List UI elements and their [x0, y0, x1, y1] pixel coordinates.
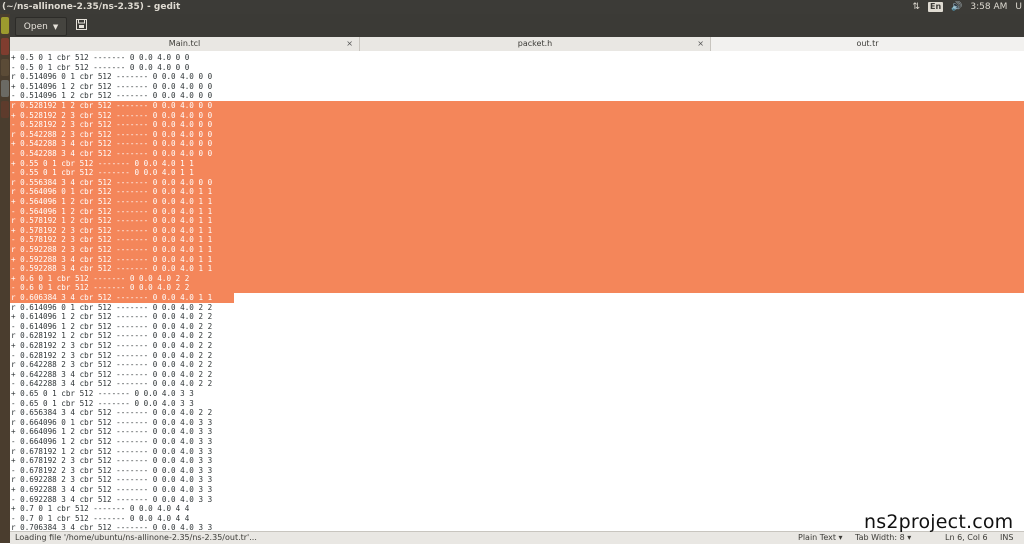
- editor-line[interactable]: - 0.614096 1 2 cbr 512 ------- 0 0.0 4.0…: [10, 322, 212, 332]
- editor-line[interactable]: r 0.578192 1 2 cbr 512 ------- 0 0.0 4.0…: [10, 216, 212, 226]
- editor-line[interactable]: + 0.564096 1 2 cbr 512 ------- 0 0.0 4.0…: [10, 197, 212, 207]
- editor-line[interactable]: + 0.642288 3 4 cbr 512 ------- 0 0.0 4.0…: [10, 370, 212, 380]
- status-message: Loading file '/home/ubuntu/ns-allinone-2…: [15, 533, 257, 542]
- editor-line[interactable]: r 0.606384 3 4 cbr 512 ------- 0 0.0 4.0…: [10, 293, 212, 303]
- language-selector[interactable]: Plain Text ▾: [798, 532, 843, 544]
- tab-main-tcl[interactable]: Main.tcl ×: [10, 37, 360, 51]
- editor-line[interactable]: r 0.678192 1 2 cbr 512 ------- 0 0.0 4.0…: [10, 447, 212, 457]
- launcher-app-icon[interactable]: [1, 101, 9, 118]
- text-editor[interactable]: + 0.5 0 1 cbr 512 ------- 0 0.0 4.0 0 0-…: [10, 51, 1024, 531]
- editor-line[interactable]: + 0.678192 2 3 cbr 512 ------- 0 0.0 4.0…: [10, 456, 212, 466]
- editor-line[interactable]: + 0.528192 2 3 cbr 512 ------- 0 0.0 4.0…: [10, 111, 212, 121]
- volume-icon[interactable]: 🔊: [951, 0, 962, 14]
- editor-line[interactable]: - 0.528192 2 3 cbr 512 ------- 0 0.0 4.0…: [10, 120, 212, 130]
- system-tray: ⇅ En 🔊 3:58 AM U: [912, 0, 1024, 14]
- editor-line[interactable]: r 0.556384 3 4 cbr 512 ------- 0 0.0 4.0…: [10, 178, 212, 188]
- editor-line[interactable]: + 0.578192 2 3 cbr 512 ------- 0 0.0 4.0…: [10, 226, 212, 236]
- editor-line[interactable]: + 0.692288 3 4 cbr 512 ------- 0 0.0 4.0…: [10, 485, 212, 495]
- editor-line[interactable]: - 0.592288 3 4 cbr 512 ------- 0 0.0 4.0…: [10, 264, 212, 274]
- editor-line[interactable]: - 0.542288 3 4 cbr 512 ------- 0 0.0 4.0…: [10, 149, 212, 159]
- editor-line[interactable]: r 0.592288 2 3 cbr 512 ------- 0 0.0 4.0…: [10, 245, 212, 255]
- editor-line[interactable]: r 0.528192 1 2 cbr 512 ------- 0 0.0 4.0…: [10, 101, 212, 111]
- editor-line[interactable]: r 0.656384 3 4 cbr 512 ------- 0 0.0 4.0…: [10, 408, 212, 418]
- editor-line[interactable]: - 0.564096 1 2 cbr 512 ------- 0 0.0 4.0…: [10, 207, 212, 217]
- editor-line[interactable]: - 0.692288 3 4 cbr 512 ------- 0 0.0 4.0…: [10, 495, 212, 505]
- launcher-app-icon[interactable]: [1, 80, 9, 97]
- open-button-label: Open: [23, 21, 48, 32]
- keyboard-layout-indicator[interactable]: En: [928, 2, 944, 12]
- tab-out-tr[interactable]: out.tr: [711, 37, 1024, 51]
- editor-line[interactable]: - 0.65 0 1 cbr 512 ------- 0 0.0 4.0 3 3: [10, 399, 194, 409]
- editor-line[interactable]: + 0.7 0 1 cbr 512 ------- 0 0.0 4.0 4 4: [10, 504, 189, 514]
- watermark: ns2project.com: [864, 511, 1014, 533]
- tab-label: Main.tcl: [168, 39, 201, 48]
- insert-mode: INS: [1000, 533, 1014, 542]
- editor-line[interactable]: + 0.65 0 1 cbr 512 ------- 0 0.0 4.0 3 3: [10, 389, 194, 399]
- editor-line[interactable]: r 0.614096 0 1 cbr 512 ------- 0 0.0 4.0…: [10, 303, 212, 313]
- tab-packet-h[interactable]: packet.h ×: [360, 37, 711, 51]
- editor-line[interactable]: - 0.7 0 1 cbr 512 ------- 0 0.0 4.0 4 4: [10, 514, 189, 524]
- launcher-app-icon[interactable]: [1, 17, 9, 34]
- editor-line[interactable]: + 0.6 0 1 cbr 512 ------- 0 0.0 4.0 2 2: [10, 274, 189, 284]
- launcher-app-icon[interactable]: [1, 38, 9, 55]
- launcher: [0, 14, 10, 543]
- editor-line[interactable]: - 0.6 0 1 cbr 512 ------- 0 0.0 4.0 2 2: [10, 283, 189, 293]
- tab-bar: Main.tcl × packet.h × out.tr: [10, 37, 1024, 52]
- top-panel: (~/ns-allinone-2.35/ns-2.35) - gedit ⇅ E…: [0, 0, 1024, 14]
- editor-line[interactable]: + 0.5 0 1 cbr 512 ------- 0 0.0 4.0 0 0: [10, 53, 189, 63]
- editor-line[interactable]: r 0.564096 0 1 cbr 512 ------- 0 0.0 4.0…: [10, 187, 212, 197]
- save-icon[interactable]: [76, 19, 87, 30]
- close-icon[interactable]: ×: [346, 37, 353, 51]
- editor-line[interactable]: + 0.664096 1 2 cbr 512 ------- 0 0.0 4.0…: [10, 427, 212, 437]
- tab-label: out.tr: [856, 39, 879, 48]
- editor-line[interactable]: - 0.678192 2 3 cbr 512 ------- 0 0.0 4.0…: [10, 466, 212, 476]
- editor-line[interactable]: - 0.578192 2 3 cbr 512 ------- 0 0.0 4.0…: [10, 235, 212, 245]
- editor-line[interactable]: r 0.542288 2 3 cbr 512 ------- 0 0.0 4.0…: [10, 130, 212, 140]
- editor-line[interactable]: + 0.542288 3 4 cbr 512 ------- 0 0.0 4.0…: [10, 139, 212, 149]
- editor-line[interactable]: - 0.5 0 1 cbr 512 ------- 0 0.0 4.0 0 0: [10, 63, 189, 73]
- editor-line[interactable]: r 0.642288 2 3 cbr 512 ------- 0 0.0 4.0…: [10, 360, 212, 370]
- editor-line[interactable]: r 0.628192 1 2 cbr 512 ------- 0 0.0 4.0…: [10, 331, 212, 341]
- chevron-down-icon: ▼: [52, 22, 59, 31]
- window-title: (~/ns-allinone-2.35/ns-2.35) - gedit: [2, 2, 181, 12]
- open-button[interactable]: Open ▼: [15, 17, 67, 36]
- toolbar: Open ▼: [10, 14, 1024, 37]
- tab-width-selector[interactable]: Tab Width: 8 ▾: [855, 532, 911, 544]
- clock[interactable]: 3:58 AM: [970, 0, 1007, 14]
- editor-line[interactable]: r 0.664096 0 1 cbr 512 ------- 0 0.0 4.0…: [10, 418, 212, 428]
- close-icon[interactable]: ×: [697, 37, 704, 51]
- editor-line[interactable]: + 0.514096 1 2 cbr 512 ------- 0 0.0 4.0…: [10, 82, 212, 92]
- cursor-position: Ln 6, Col 6: [945, 533, 988, 542]
- editor-line[interactable]: r 0.692288 2 3 cbr 512 ------- 0 0.0 4.0…: [10, 475, 212, 485]
- network-icon[interactable]: ⇅: [912, 0, 920, 14]
- tab-label: packet.h: [517, 39, 553, 48]
- editor-line[interactable]: + 0.614096 1 2 cbr 512 ------- 0 0.0 4.0…: [10, 312, 212, 322]
- editor-line[interactable]: + 0.628192 2 3 cbr 512 ------- 0 0.0 4.0…: [10, 341, 212, 351]
- editor-line[interactable]: - 0.664096 1 2 cbr 512 ------- 0 0.0 4.0…: [10, 437, 212, 447]
- editor-line[interactable]: r 0.514096 0 1 cbr 512 ------- 0 0.0 4.0…: [10, 72, 212, 82]
- editor-line[interactable]: - 0.628192 2 3 cbr 512 ------- 0 0.0 4.0…: [10, 351, 212, 361]
- editor-line[interactable]: - 0.642288 3 4 cbr 512 ------- 0 0.0 4.0…: [10, 379, 212, 389]
- user-indicator[interactable]: U: [1015, 0, 1022, 14]
- editor-line[interactable]: + 0.55 0 1 cbr 512 ------- 0 0.0 4.0 1 1: [10, 159, 194, 169]
- editor-line[interactable]: + 0.592288 3 4 cbr 512 ------- 0 0.0 4.0…: [10, 255, 212, 265]
- editor-line[interactable]: - 0.514096 1 2 cbr 512 ------- 0 0.0 4.0…: [10, 91, 212, 101]
- editor-line[interactable]: - 0.55 0 1 cbr 512 ------- 0 0.0 4.0 1 1: [10, 168, 194, 178]
- editor-line[interactable]: r 0.706384 3 4 cbr 512 ------- 0 0.0 4.0…: [10, 523, 212, 531]
- launcher-app-icon[interactable]: [1, 59, 9, 76]
